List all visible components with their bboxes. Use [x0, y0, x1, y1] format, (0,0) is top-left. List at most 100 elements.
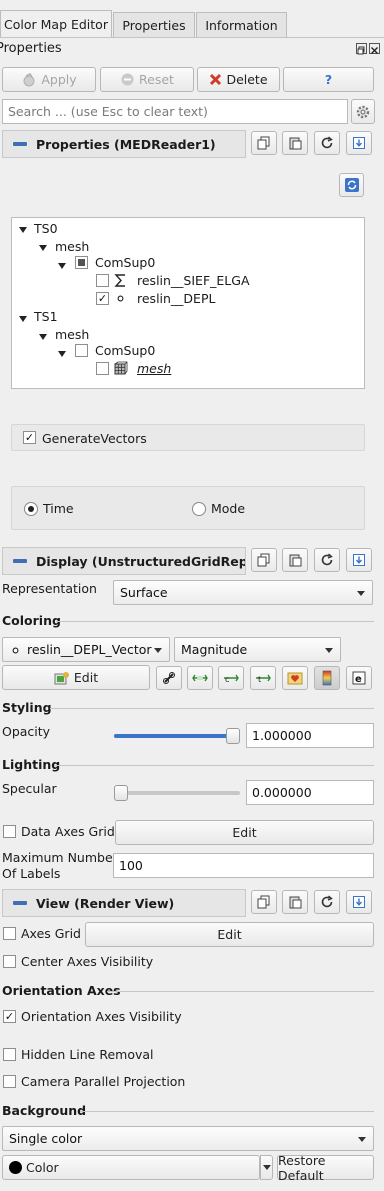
time-radio[interactable] [24, 502, 38, 516]
expand-arrow-icon[interactable] [39, 245, 47, 251]
search-input[interactable]: Search ... (use Esc to clear text) [2, 99, 348, 124]
tree-item-comsup0[interactable]: ComSup0 [95, 343, 155, 358]
save-default-icon[interactable] [346, 548, 372, 572]
reload-files-icon[interactable] [339, 173, 364, 197]
help-icon: ? [324, 72, 333, 87]
mode-radio[interactable] [192, 502, 206, 516]
comsup0-checkbox[interactable] [75, 344, 88, 357]
tree-item-sief-elga[interactable]: reslin__SIEF_ELGA [137, 273, 250, 288]
advanced-settings-gear-icon[interactable] [351, 99, 375, 124]
color-map-edit-button[interactable]: Edit [2, 665, 150, 690]
field-tree[interactable]: TS0 mesh ComSup0 reslin__SIEF_ELGA ✓ res… [11, 217, 365, 389]
generate-vectors-checkbox[interactable]: ✓ [23, 431, 36, 444]
specular-slider-track[interactable] [114, 791, 240, 795]
tab-label: Color Map Editor [4, 17, 108, 32]
hidden-line-removal-checkbox[interactable] [3, 1048, 16, 1061]
background-heading: Background [2, 1103, 87, 1118]
color-component-select[interactable]: Magnitude [174, 637, 341, 662]
paste-icon[interactable] [282, 890, 308, 914]
expand-arrow-icon[interactable] [19, 227, 27, 233]
save-default-icon[interactable] [346, 890, 372, 914]
rescale-temporal-icon[interactable]: t [250, 666, 276, 690]
colormap-edit-icon [54, 671, 69, 684]
refresh-icon[interactable] [314, 890, 340, 914]
edit-annotations-icon[interactable]: e [346, 666, 372, 690]
specular-input[interactable]: 0.000000 [246, 780, 374, 805]
axes-grid-edit-button[interactable]: Edit [85, 922, 374, 947]
favorite-presets-icon[interactable] [282, 666, 308, 690]
rescale-custom-icon[interactable]: c [218, 666, 244, 690]
close-icon[interactable] [369, 43, 380, 54]
max-labels-label-line1: Maximum Number [2, 850, 118, 865]
reset-button[interactable]: Reset [100, 67, 194, 92]
chevron-down-icon [154, 648, 162, 653]
delete-icon [210, 73, 222, 86]
display-section-header[interactable]: Display (UnstructuredGridReprese [2, 547, 246, 575]
expand-arrow-icon[interactable] [39, 334, 47, 340]
properties-section-header[interactable]: Properties (MEDReader1) [2, 130, 246, 158]
refresh-icon[interactable] [314, 131, 340, 155]
depl-checkbox[interactable]: ✓ [96, 292, 109, 305]
tree-item-mesh[interactable]: mesh [55, 239, 89, 254]
background-mode-select[interactable]: Single color [2, 1126, 374, 1151]
node-field-icon [12, 647, 19, 654]
time-mode-group: Time Mode [11, 486, 365, 530]
paste-icon[interactable] [282, 548, 308, 572]
separate-color-map-icon[interactable] [156, 666, 182, 690]
copy-icon[interactable] [251, 890, 277, 914]
chevron-down-icon [357, 591, 365, 596]
refresh-icon[interactable] [314, 548, 340, 572]
color-legend-icon[interactable] [314, 666, 340, 690]
background-color-button[interactable]: Color [2, 1155, 260, 1180]
representation-select[interactable]: Surface [113, 580, 373, 605]
float-icon[interactable] [356, 43, 367, 55]
tree-item-mesh-leaf[interactable]: mesh [137, 361, 171, 376]
tree-item-mesh[interactable]: mesh [55, 327, 89, 342]
data-axes-grid-checkbox[interactable] [3, 825, 16, 838]
restore-default-button[interactable]: Restore Default [277, 1153, 374, 1183]
generate-vectors-label: GenerateVectors [42, 431, 147, 446]
sief-elga-checkbox[interactable] [96, 274, 109, 287]
tab-properties[interactable]: Properties [113, 12, 195, 38]
tree-item-ts1[interactable]: TS1 [34, 309, 58, 324]
opacity-slider-handle[interactable] [226, 728, 240, 744]
tree-item-comsup0[interactable]: ComSup0 [95, 255, 155, 270]
edit-label: Edit [217, 927, 242, 942]
opacity-value: 1.000000 [252, 728, 312, 743]
apply-button[interactable]: Apply [2, 67, 96, 92]
copy-icon[interactable] [251, 548, 277, 572]
mesh-checkbox[interactable] [96, 362, 109, 375]
divider [50, 708, 374, 709]
specular-slider-handle[interactable] [114, 785, 128, 801]
tree-item-depl[interactable]: reslin__DEPL [137, 291, 215, 306]
view-section-header[interactable]: View (Render View) [2, 889, 246, 917]
data-axes-grid-edit-button[interactable]: Edit [115, 820, 374, 845]
rescale-range-icon[interactable] [187, 666, 213, 690]
edit-label: Edit [73, 670, 99, 685]
expand-arrow-icon[interactable] [19, 316, 27, 322]
paste-icon[interactable] [282, 131, 308, 155]
expand-arrow-icon[interactable] [58, 351, 66, 357]
svg-text:e: e [355, 674, 362, 685]
mesh-grid-icon [114, 361, 128, 375]
tree-item-ts0[interactable]: TS0 [34, 221, 58, 236]
axes-grid-checkbox[interactable] [3, 927, 16, 940]
orientation-axes-visibility-checkbox[interactable]: ✓ [3, 1010, 16, 1023]
copy-icon[interactable] [251, 131, 277, 155]
divider [80, 1111, 374, 1112]
svg-text:c: c [225, 675, 229, 684]
expand-arrow-icon[interactable] [58, 263, 66, 269]
color-dropdown-button[interactable] [260, 1155, 273, 1180]
opacity-input[interactable]: 1.000000 [246, 723, 374, 748]
help-button[interactable]: ? [283, 67, 374, 92]
max-labels-input[interactable]: 100 [113, 853, 374, 878]
apply-label: Apply [41, 72, 77, 87]
center-axes-checkbox[interactable] [3, 955, 16, 968]
tab-color-map-editor[interactable]: Color Map Editor [0, 10, 112, 38]
color-array-select[interactable]: reslin__DEPL_Vector [2, 637, 170, 662]
camera-parallel-checkbox[interactable] [3, 1075, 16, 1088]
save-default-icon[interactable] [346, 131, 372, 155]
tab-information[interactable]: Information [196, 12, 287, 38]
comsup0-checkbox[interactable] [75, 256, 88, 269]
delete-button[interactable]: Delete [197, 67, 280, 92]
